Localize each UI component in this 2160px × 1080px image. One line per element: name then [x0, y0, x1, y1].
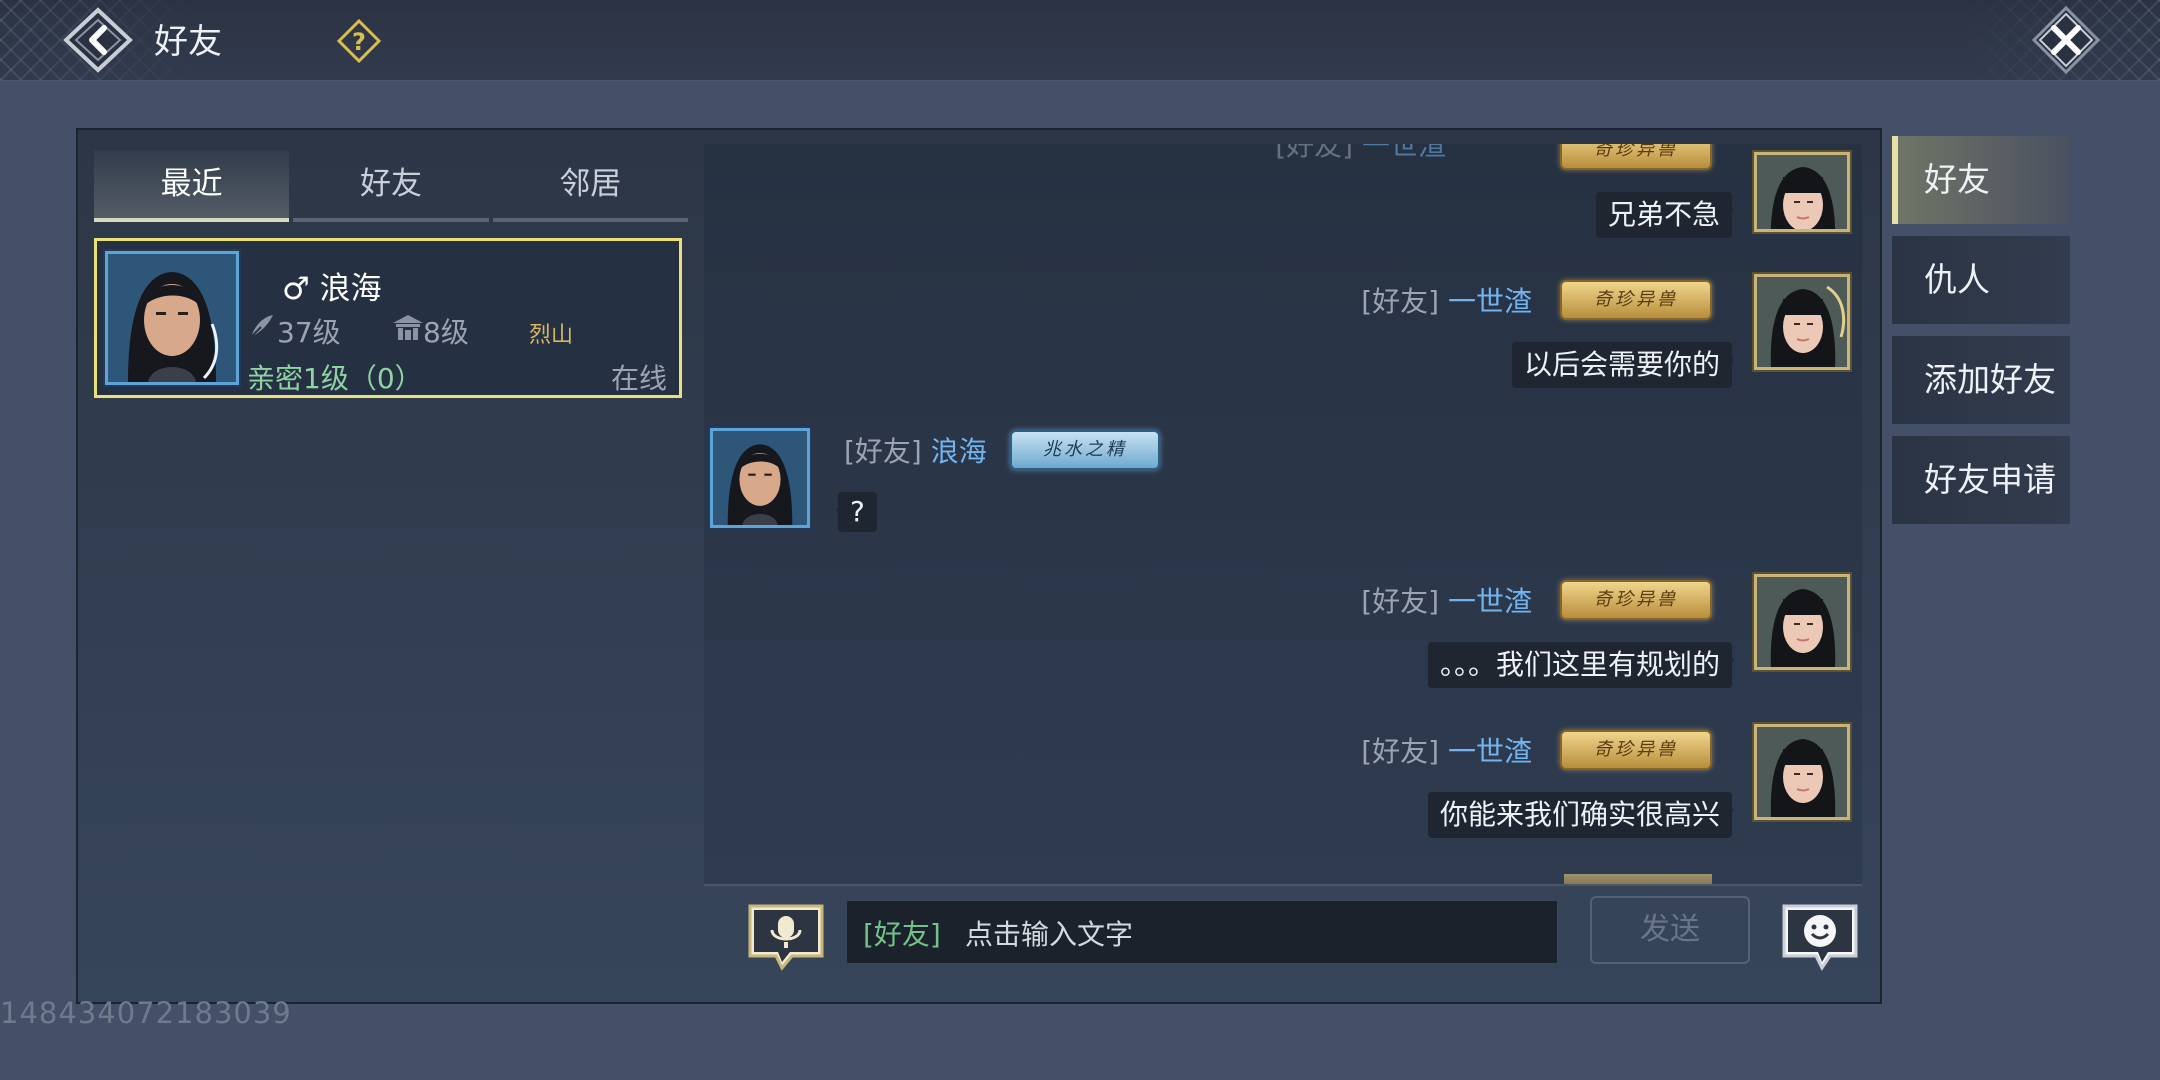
- title-badge: 奇珍异兽: [1560, 730, 1712, 770]
- chat-bubble: 以后会需要你的: [1511, 342, 1735, 388]
- tab-friends[interactable]: 好友: [293, 150, 489, 222]
- friend-name: 浪海: [319, 271, 382, 307]
- message-header: [好友] 一世渣: [1361, 285, 1532, 318]
- avatar[interactable]: [1754, 152, 1850, 232]
- smiley-icon: [1782, 904, 1858, 971]
- tab-neighbors[interactable]: 邻居: [492, 150, 689, 222]
- message-header: [好友] 浪海: [844, 435, 987, 468]
- avatar[interactable]: [1754, 274, 1850, 370]
- voice-button[interactable]: [746, 900, 826, 972]
- chat-log[interactable]: [好友] 一世渣 奇珍异兽 兄弟不急 [好友] 一世渣 奇珍异兽 以后会需要你的…: [704, 144, 1862, 884]
- input-channel: [好友]: [863, 918, 941, 951]
- avatar: [105, 251, 239, 385]
- chat-bubble: 。。。我们这里有规划的: [1427, 642, 1735, 688]
- chat-bubble: ?: [836, 492, 877, 532]
- page-title: 好友: [154, 22, 222, 62]
- side-tab-enemies[interactable]: 仇人: [1892, 236, 2070, 324]
- question-icon: ?: [336, 18, 382, 64]
- chat-bubble: 兄弟不急: [1595, 192, 1735, 238]
- chat-input[interactable]: [好友] 点击输入文字: [846, 900, 1558, 964]
- male-portrait: [108, 254, 236, 382]
- side-tab-friend-requests[interactable]: 好友申请: [1892, 436, 2070, 524]
- avatar[interactable]: [1754, 724, 1850, 820]
- title-badge: 兆水之精: [1010, 430, 1160, 470]
- avatar[interactable]: [1754, 574, 1850, 670]
- house-level: 8级: [423, 316, 469, 349]
- help-button[interactable]: ?: [336, 18, 382, 64]
- avatar[interactable]: [710, 428, 810, 528]
- divider: [704, 884, 1862, 886]
- side-tab-friends[interactable]: 好友: [1892, 136, 2070, 224]
- top-bar: 好友 ?: [0, 0, 2160, 81]
- title-badge: 奇珍异兽: [1560, 144, 1712, 170]
- title-badge-partial: [1564, 874, 1712, 884]
- side-tab-add-friend[interactable]: 添加好友: [1892, 336, 2070, 424]
- intimacy-level: 亲密1级（0）: [247, 362, 423, 395]
- guild-name: 烈山: [529, 323, 574, 348]
- input-placeholder: 点击输入文字: [965, 918, 1134, 951]
- friend-list-column: 最近 好友 邻居 ♂ 浪海 37级 8级 烈山 亲密1级（0） 在线: [94, 150, 689, 990]
- male-gender-icon: ♂: [282, 271, 310, 307]
- title-badge: 奇珍异兽: [1560, 280, 1712, 320]
- player-uid: 148434072183039: [0, 996, 292, 1030]
- friend-card[interactable]: ♂ 浪海 37级 8级 烈山 亲密1级（0） 在线: [94, 238, 682, 398]
- feather-icon: [247, 313, 275, 348]
- online-status: 在线: [610, 362, 667, 395]
- microphone-icon: [748, 904, 824, 971]
- player-level: 37级: [277, 316, 341, 349]
- title-badge: 奇珍异兽: [1560, 580, 1712, 620]
- tab-recent[interactable]: 最近: [94, 150, 290, 222]
- back-arrow-icon: [63, 7, 133, 73]
- house-icon: [391, 313, 425, 348]
- message-header: [好友] 一世渣: [1275, 144, 1446, 162]
- list-tabs: 最近 好友 邻居: [94, 150, 689, 222]
- friend-name-row: ♂ 浪海: [282, 263, 382, 308]
- close-icon: [2031, 5, 2101, 75]
- back-button[interactable]: [62, 6, 134, 74]
- emoji-button[interactable]: [1780, 900, 1860, 972]
- message-header: [好友] 一世渣: [1361, 735, 1532, 768]
- message-header: [好友] 一世渣: [1361, 585, 1532, 618]
- chat-bubble: 你能来我们确实很高兴: [1427, 792, 1735, 838]
- close-button[interactable]: [2030, 4, 2102, 76]
- svg-text:?: ?: [352, 28, 366, 56]
- send-button[interactable]: 发送: [1590, 896, 1750, 964]
